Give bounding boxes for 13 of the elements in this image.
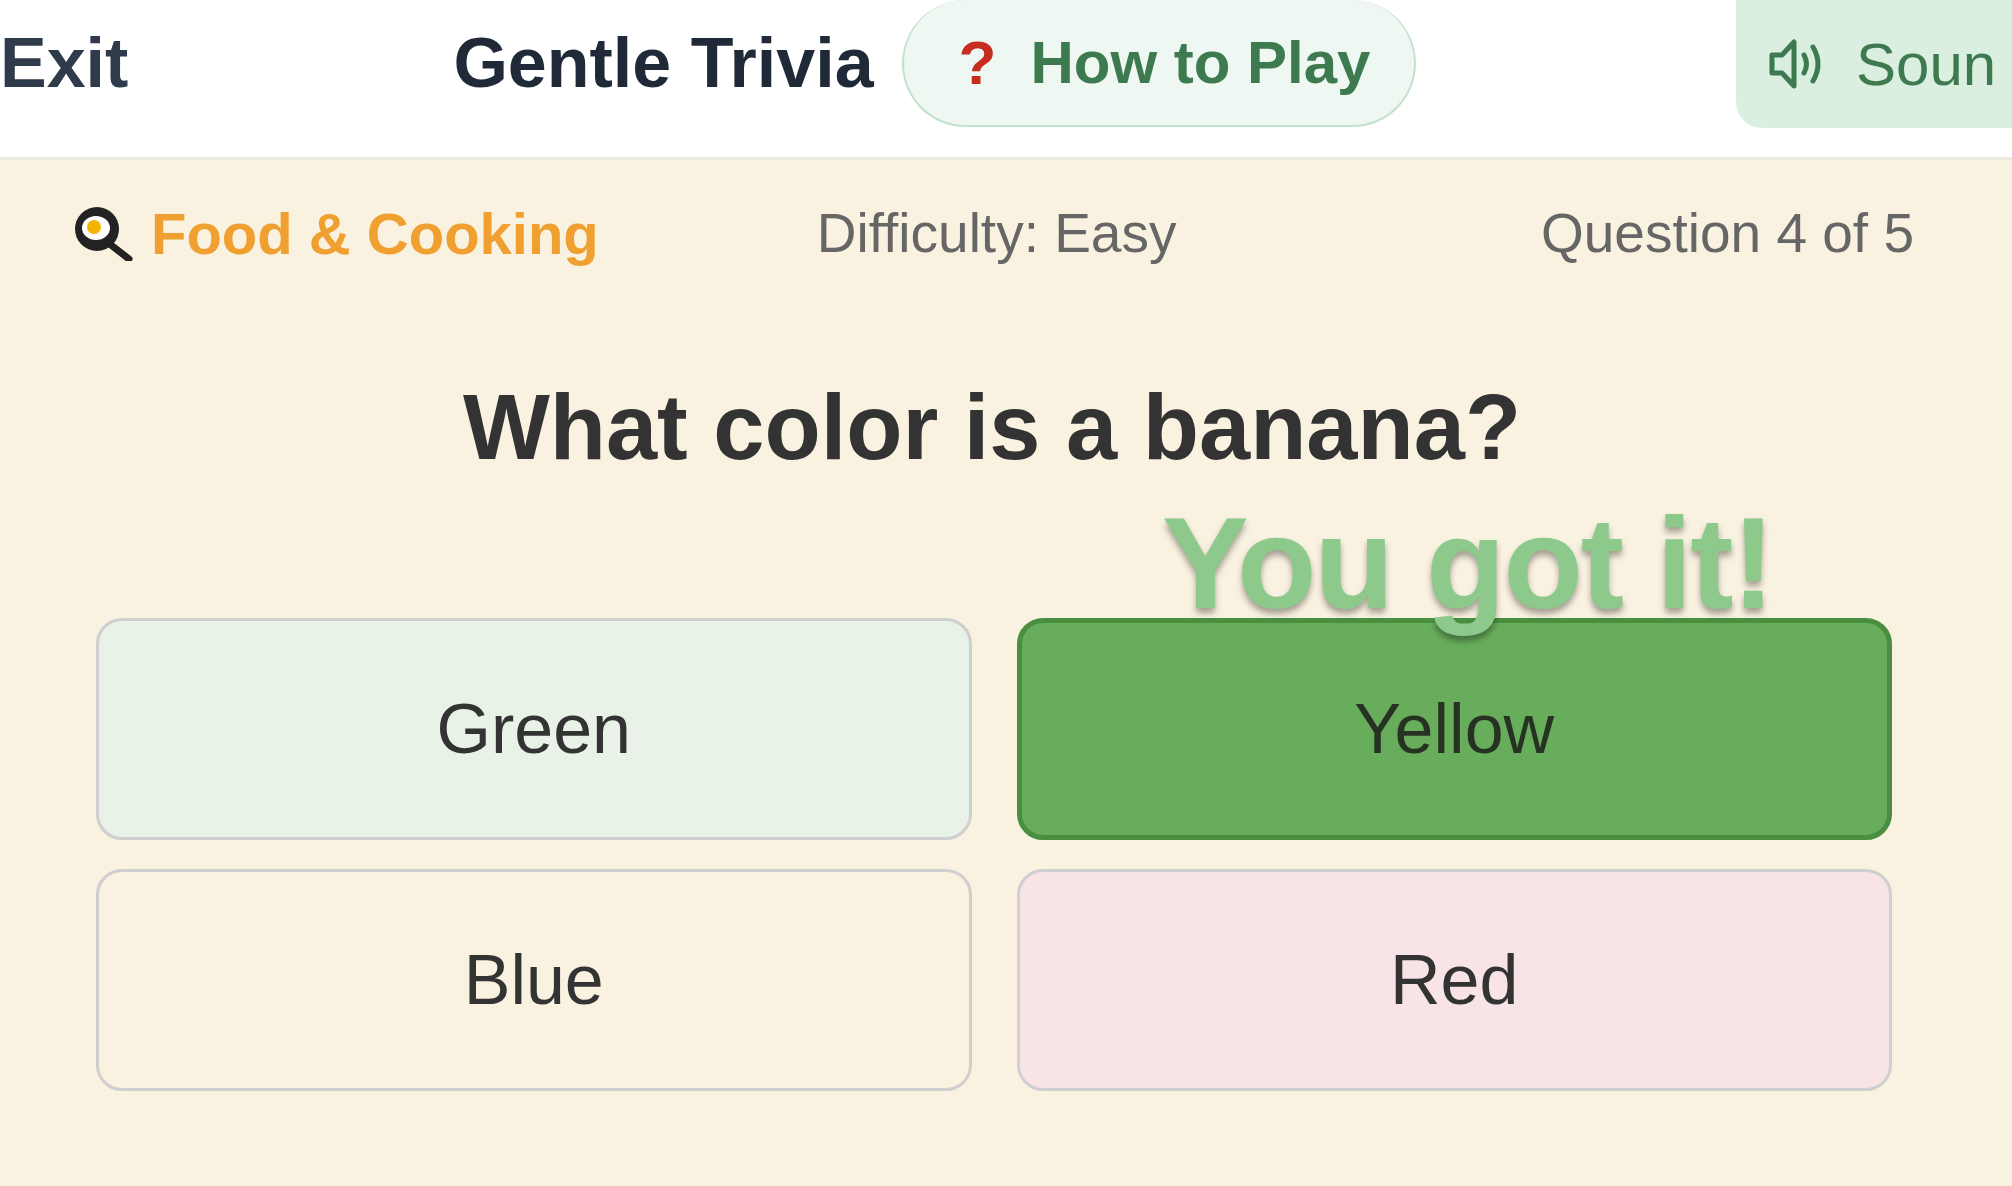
category-label: Food & Cooking (151, 199, 599, 267)
question-counter: Question 4 of 5 (1540, 201, 1914, 265)
answer-option[interactable]: Red (1016, 869, 1892, 1091)
sound-button[interactable]: Soun (1736, 0, 2012, 128)
app-title: Gentle Trivia (453, 23, 874, 104)
exit-link[interactable]: Exit (0, 0, 129, 126)
frying-pan-icon (73, 205, 133, 261)
how-to-play-button[interactable]: ? How to Play (901, 0, 1416, 127)
question-text: What color is a banana? (461, 375, 1523, 480)
answer-option[interactable]: Green (96, 618, 972, 840)
difficulty-label: Difficulty: Easy (816, 201, 1177, 265)
help-icon: ? (958, 31, 997, 94)
answer-option[interactable]: Blue (96, 869, 972, 1091)
